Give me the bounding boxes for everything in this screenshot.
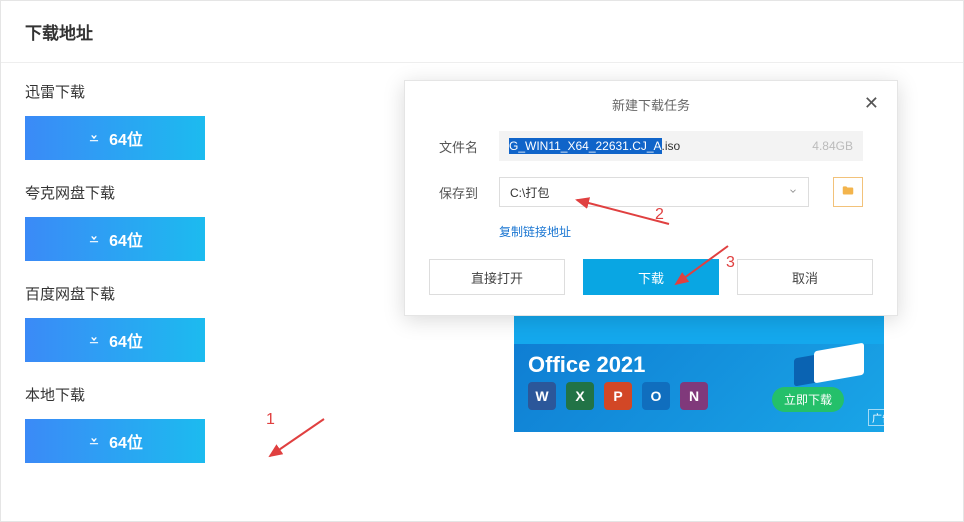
download-icon [87, 432, 101, 451]
download-button-label: 64位 [109, 429, 143, 453]
filename-label: 文件名 [439, 137, 483, 156]
close-icon: ✕ [864, 93, 879, 113]
new-download-dialog: 新建下载任务 ✕ 文件名 G_WIN11_X64_22631.CJ_A .iso… [404, 80, 898, 316]
outlook-icon: O [642, 382, 670, 410]
ad-tag-label: 广告 [868, 409, 884, 426]
open-direct-button[interactable]: 直接打开 [429, 259, 565, 295]
download-button-label: 64位 [109, 227, 143, 251]
download-button[interactable]: 下载 [583, 259, 719, 295]
onenote-icon: N [680, 382, 708, 410]
saveto-value: C:\打包 [510, 184, 549, 201]
copy-link-address[interactable]: 复制链接地址 [499, 225, 571, 239]
chevron-down-icon [788, 185, 798, 199]
dialog-title: 新建下载任务 [612, 98, 690, 113]
filesize-value: 4.84GB [812, 139, 853, 153]
download-button-label: 64位 [109, 328, 143, 352]
ad-illustration [784, 339, 884, 399]
download-64bit-button[interactable]: 64位 [25, 318, 205, 362]
page-title: 下载地址 [25, 19, 939, 44]
download-icon [87, 230, 101, 249]
ad-app-icons: W X P O N [528, 382, 708, 410]
download-64bit-button[interactable]: 64位 [25, 419, 205, 463]
section-header: 下载地址 [1, 1, 963, 63]
word-icon: W [528, 382, 556, 410]
close-button[interactable]: ✕ [864, 93, 879, 114]
cancel-button[interactable]: 取消 [737, 259, 873, 295]
filename-input[interactable]: G_WIN11_X64_22631.CJ_A .iso 4.84GB [499, 131, 863, 161]
folder-icon [840, 184, 856, 201]
filename-ext: .iso [662, 139, 681, 153]
download-icon [87, 129, 101, 148]
powerpoint-icon: P [604, 382, 632, 410]
download-64bit-button[interactable]: 64位 [25, 217, 205, 261]
excel-icon: X [566, 382, 594, 410]
filename-selected-text: G_WIN11_X64_22631.CJ_A [509, 138, 662, 154]
download-icon [87, 331, 101, 350]
saveto-label: 保存到 [439, 183, 483, 202]
download-button-label: 64位 [109, 126, 143, 150]
download-64bit-button[interactable]: 64位 [25, 116, 205, 160]
browse-folder-button[interactable] [833, 177, 863, 207]
ad-title: Office 2021 [528, 352, 645, 378]
saveto-dropdown[interactable]: C:\打包 [499, 177, 809, 207]
